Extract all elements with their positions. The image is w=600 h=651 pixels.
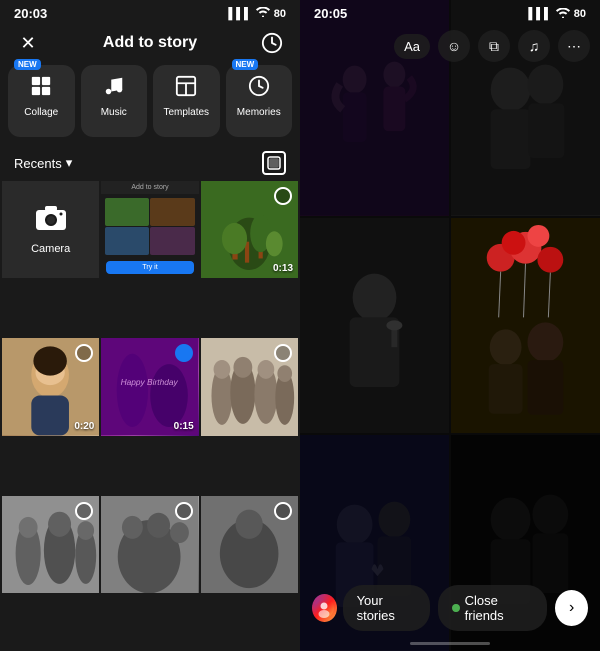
link-button[interactable]: ⧉ bbox=[478, 30, 510, 62]
grid-cell-party[interactable]: Happy Birthday 0:15 bbox=[101, 338, 198, 435]
recents-dropdown[interactable]: Recents ▾ bbox=[14, 155, 72, 171]
more-icon: ⋯ bbox=[567, 38, 581, 55]
grid-cell-bw3[interactable] bbox=[201, 496, 298, 593]
recents-chevron: ▾ bbox=[66, 155, 73, 171]
sync-icon[interactable] bbox=[258, 29, 286, 57]
select-circle-bw2 bbox=[175, 502, 193, 520]
status-bar-left: 20:03 ▌▌▌ 80 bbox=[0, 0, 300, 25]
tab-music-label: Music bbox=[101, 107, 127, 118]
right-panel: 20:05 ▌▌▌ 80 bbox=[300, 0, 600, 651]
duration-selfie: 0:20 bbox=[74, 421, 94, 432]
more-options-button[interactable]: ⋯ bbox=[558, 30, 590, 62]
collage-preview-cell[interactable]: Add to story Try it bbox=[101, 181, 198, 278]
multi-select-button[interactable] bbox=[262, 151, 286, 175]
story-content bbox=[300, 0, 600, 651]
your-stories-label: Your stories bbox=[343, 585, 431, 631]
tab-music[interactable]: Music bbox=[81, 65, 148, 137]
tab-templates-label: Templates bbox=[163, 107, 209, 118]
story-photo-mr bbox=[451, 218, 600, 434]
photo-grid: Camera Add to story Try it bbox=[0, 181, 300, 651]
status-bar-right: 20:05 ▌▌▌ 80 bbox=[300, 0, 600, 25]
grid-cell-plants[interactable]: 0:13 bbox=[201, 181, 298, 278]
wifi-icon-right bbox=[556, 6, 570, 21]
grid-cell-selfie[interactable]: 0:20 bbox=[2, 338, 99, 435]
select-circle-bw1 bbox=[75, 502, 93, 520]
battery-icon-left: 80 bbox=[274, 8, 286, 20]
music-icon-right: ♫ bbox=[529, 38, 540, 54]
sticker-icon: ☺ bbox=[447, 38, 461, 54]
home-indicator bbox=[410, 642, 490, 645]
close-button[interactable]: ✕ bbox=[14, 29, 42, 57]
bottom-bar: Your stories Close friends › bbox=[300, 585, 600, 631]
time-left: 20:03 bbox=[14, 6, 47, 21]
close-friends-label: Close friends bbox=[465, 593, 534, 623]
story-avatar bbox=[312, 594, 337, 622]
recents-label-text: Recents bbox=[14, 156, 62, 171]
tab-memories-label: Memories bbox=[237, 107, 281, 118]
right-toolbar: Aa ☺ ⧉ ♫ ⋯ bbox=[384, 24, 600, 68]
send-icon: › bbox=[569, 599, 574, 617]
select-circle-plants bbox=[274, 187, 292, 205]
templates-icon bbox=[175, 75, 197, 103]
story-tabs: NEW Collage Music bbox=[0, 65, 300, 147]
recents-bar: Recents ▾ bbox=[0, 147, 300, 181]
new-badge-collage: NEW bbox=[14, 59, 41, 70]
signal-icon-left: ▌▌▌ bbox=[228, 8, 251, 20]
svg-text:Happy Birthday: Happy Birthday bbox=[121, 377, 179, 387]
tab-memories[interactable]: NEW Memories bbox=[226, 65, 293, 137]
duration-party: 0:15 bbox=[174, 421, 194, 432]
left-panel: 20:03 ▌▌▌ 80 ✕ Add to story NEW bbox=[0, 0, 300, 651]
status-icons-right: ▌▌▌ 80 bbox=[528, 6, 586, 21]
music-icon bbox=[103, 75, 125, 103]
text-style-button[interactable]: Aa bbox=[394, 34, 430, 59]
battery-right: 80 bbox=[574, 8, 586, 20]
grid-cell-group-color[interactable] bbox=[201, 338, 298, 435]
sticker-button[interactable]: ☺ bbox=[438, 30, 470, 62]
story-photo-ml bbox=[300, 218, 449, 434]
link-icon: ⧉ bbox=[489, 38, 499, 55]
header-title: Add to story bbox=[103, 34, 197, 52]
grid-cell-bw1[interactable] bbox=[2, 496, 99, 593]
grid-cell-bw2[interactable] bbox=[101, 496, 198, 593]
close-friends-button[interactable]: Close friends bbox=[438, 585, 547, 631]
your-stories-btn[interactable]: Your stories bbox=[312, 585, 430, 631]
select-circle-bw3 bbox=[274, 502, 292, 520]
time-right: 20:05 bbox=[314, 6, 347, 21]
tab-templates[interactable]: Templates bbox=[153, 65, 220, 137]
green-dot bbox=[452, 604, 459, 612]
camera-label: Camera bbox=[31, 243, 70, 255]
select-circle-party bbox=[175, 344, 193, 362]
camera-icon bbox=[35, 204, 67, 239]
camera-cell[interactable]: Camera bbox=[2, 181, 99, 278]
tab-collage[interactable]: NEW Collage bbox=[8, 65, 75, 137]
tab-collage-label: Collage bbox=[24, 107, 58, 118]
wifi-icon-left bbox=[256, 7, 270, 20]
memories-icon bbox=[248, 75, 270, 103]
new-badge-memories: NEW bbox=[232, 59, 259, 70]
status-icons-left: ▌▌▌ 80 bbox=[228, 7, 286, 20]
send-button[interactable]: › bbox=[555, 590, 588, 626]
text-style-label: Aa bbox=[404, 39, 420, 54]
signal-icon-right: ▌▌▌ bbox=[528, 8, 551, 20]
duration-plants: 0:13 bbox=[273, 263, 293, 274]
collage-icon bbox=[30, 75, 52, 103]
music-button-right[interactable]: ♫ bbox=[518, 30, 550, 62]
